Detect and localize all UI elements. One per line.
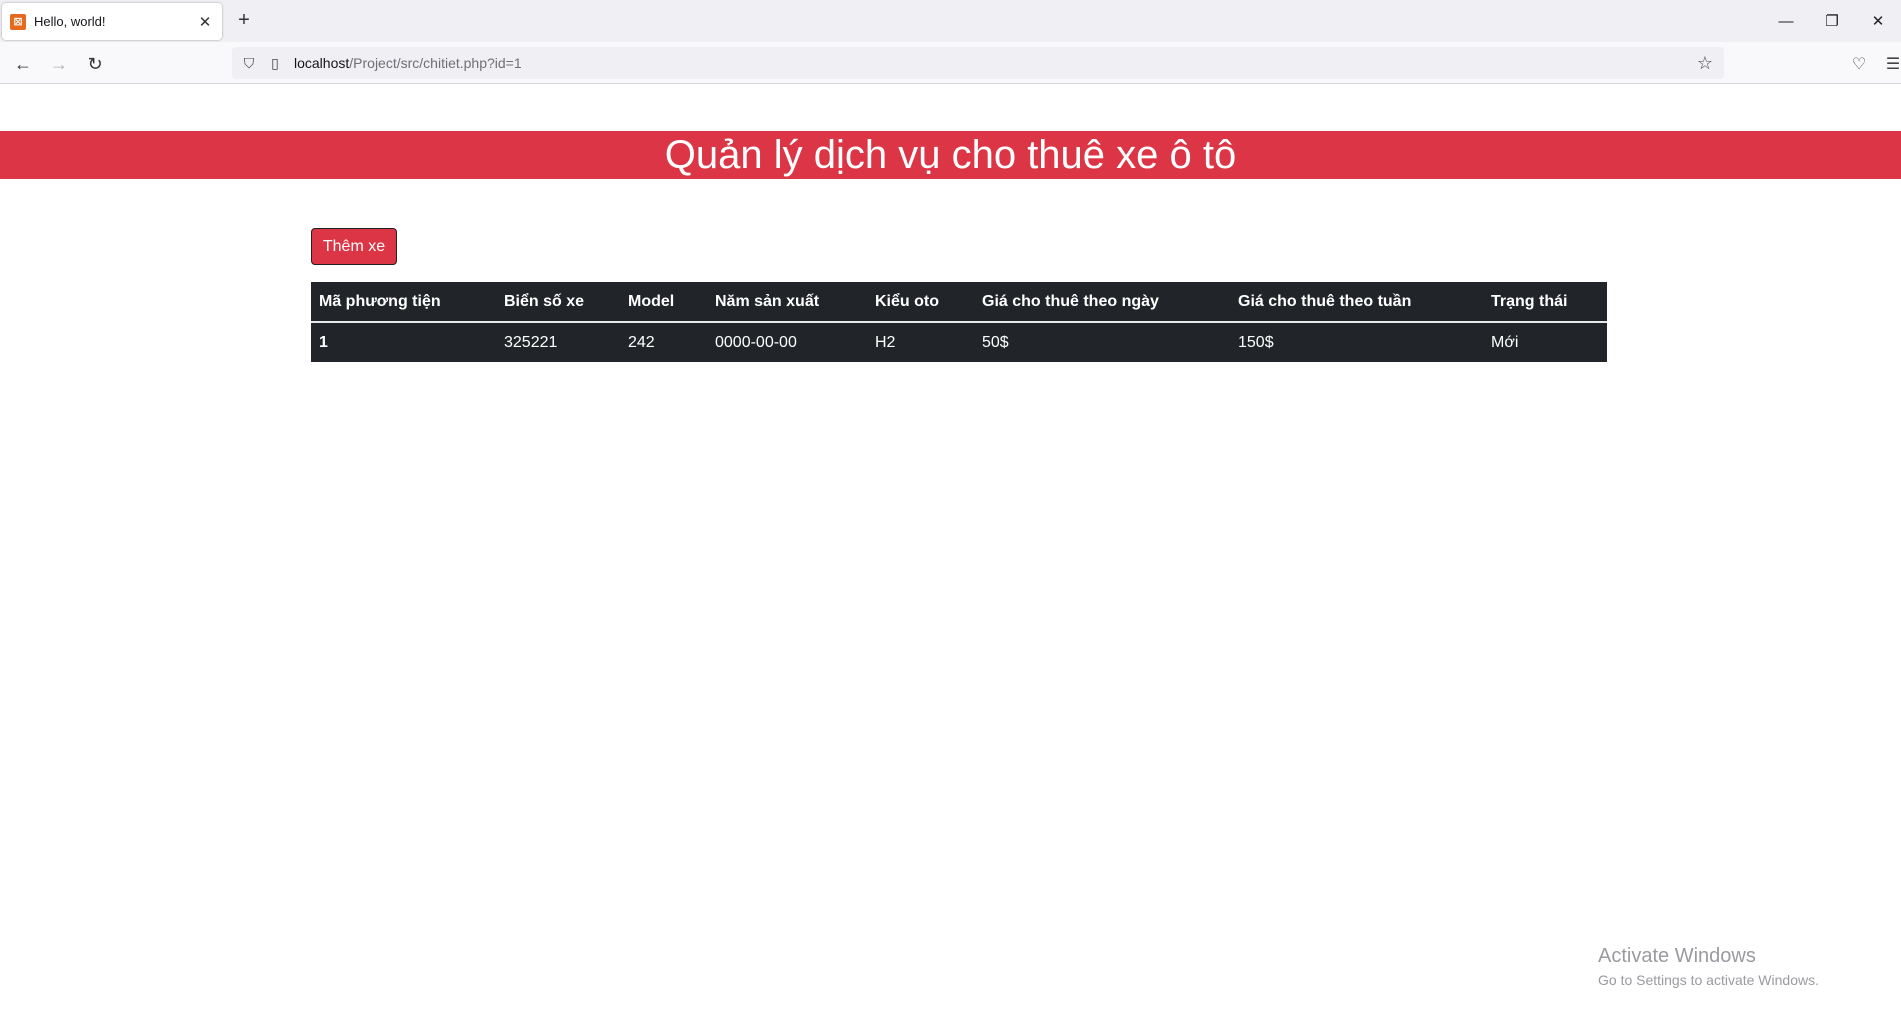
cell-year: 0000-00-00 (715, 333, 797, 351)
car-table: Mã phương tiện Biển số xe Model Năm sản … (311, 282, 1607, 362)
reload-icon[interactable]: ↻ (82, 51, 108, 77)
add-car-button[interactable]: Thêm xe (311, 228, 397, 265)
column-header-price-day: Giá cho thuê theo ngày (974, 282, 1230, 323)
shield-icon[interactable]: ⛉ (236, 50, 262, 76)
table-header-row: Mã phương tiện Biển số xe Model Năm sản … (311, 282, 1607, 323)
column-header-model: Model (620, 282, 707, 323)
plus-icon[interactable]: + (232, 8, 256, 32)
star-icon[interactable]: ☆ (1692, 50, 1718, 76)
url-path: /Project/src/chitiet.php?id=1 (349, 55, 522, 71)
page-icon: ▯ (271, 54, 279, 71)
url-host: localhost (294, 55, 350, 71)
hamburger-menu-icon[interactable]: ☰ (1880, 51, 1901, 77)
xampp-icon: ⊠ (10, 13, 26, 30)
column-header-status: Trạng thái (1483, 282, 1607, 323)
cell-type: H2 (875, 333, 896, 351)
column-header-plate: Biển số xe (496, 282, 620, 323)
tab-title: Hello, world! (34, 14, 106, 29)
restore-icon[interactable]: ❐ (1809, 0, 1855, 42)
url-bar[interactable]: ⛉ ▯ localhost/Project/src/chitiet.php?id… (232, 47, 1724, 79)
column-header-price-week: Giá cho thuê theo tuần (1230, 282, 1483, 323)
close-icon[interactable]: ✕ (196, 13, 214, 31)
cell-status: Mới (1491, 333, 1519, 351)
activate-windows-title: Activate Windows (1598, 945, 1756, 967)
column-header-type: Kiểu oto (867, 282, 974, 323)
cell-plate: 325221 (504, 333, 558, 351)
activate-windows-watermark: Activate Windows Go to Settings to activ… (1598, 944, 1819, 990)
browser-tab-bar: ⊠ Hello, world! ✕ + — ❐ ✕ (0, 0, 1901, 42)
cell-id: 1 (319, 333, 328, 351)
pocket-icon[interactable]: ♡ (1846, 51, 1872, 77)
table-row: 1 325221 242 0000-00-00 H2 50$ 150$ Mới (311, 322, 1607, 362)
page-title: Quản lý dịch vụ cho thuê xe ô tô (664, 133, 1237, 177)
column-header-id: Mã phương tiện (311, 282, 496, 323)
browser-nav-bar: ← → ↻ ⛉ ▯ localhost/Project/src/chitiet.… (0, 42, 1901, 84)
page-header: Quản lý dịch vụ cho thuê xe ô tô (0, 131, 1901, 179)
cell-model: 242 (628, 333, 655, 351)
url-text[interactable]: localhost/Project/src/chitiet.php?id=1 (294, 55, 522, 71)
window-controls: — ❐ ✕ (1763, 0, 1901, 42)
minimize-icon[interactable]: — (1763, 0, 1809, 42)
browser-tab[interactable]: ⊠ Hello, world! ✕ (2, 3, 222, 40)
cell-price-day: 50$ (982, 333, 1009, 351)
window-close-icon[interactable]: ✕ (1855, 0, 1901, 42)
column-header-year: Năm sản xuất (707, 282, 867, 323)
forward-arrow-icon[interactable]: → (46, 51, 72, 77)
back-arrow-icon[interactable]: ← (10, 51, 36, 77)
cell-price-week: 150$ (1238, 333, 1274, 351)
activate-windows-subtitle: Go to Settings to activate Windows. (1598, 972, 1819, 988)
